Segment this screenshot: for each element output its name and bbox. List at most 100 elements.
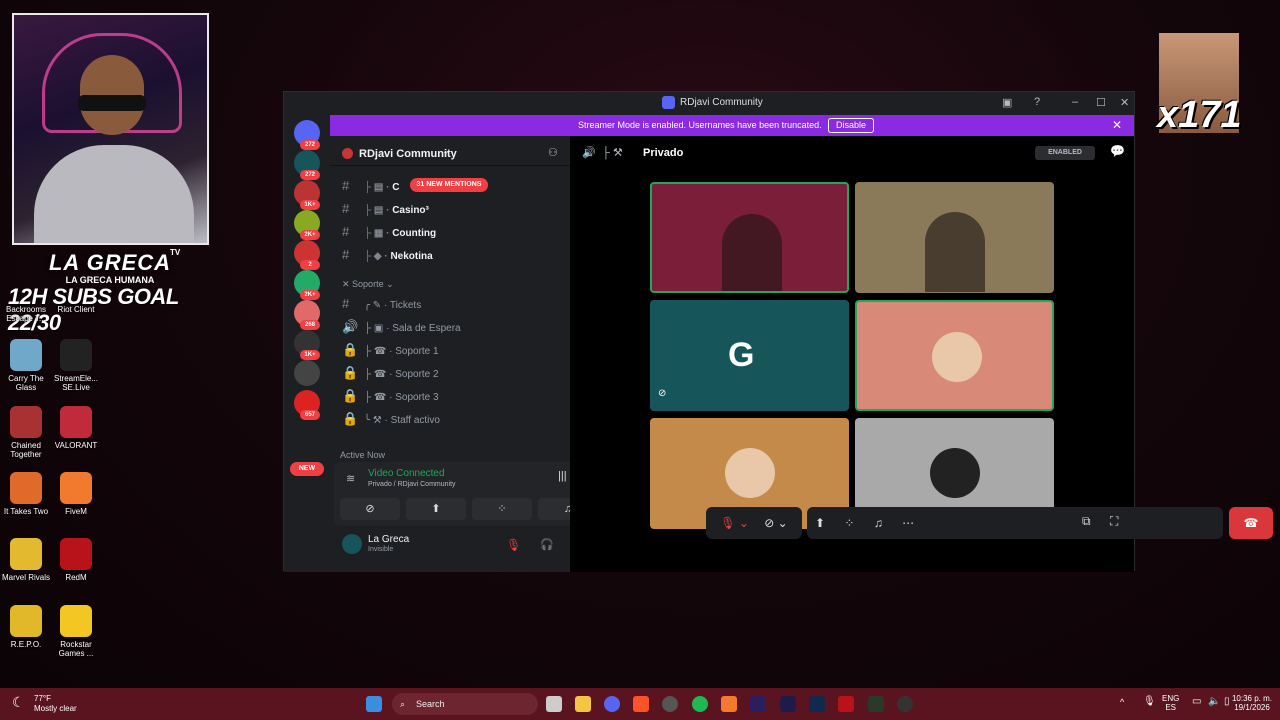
video-tile[interactable]: G ⊘: [650, 300, 849, 411]
channel-item-nekotina[interactable]: # ├ ◆ · Nekotina: [342, 247, 433, 262]
category-soporte[interactable]: ✕ Soporte ⌄: [342, 279, 394, 290]
hash-icon: #: [342, 224, 350, 239]
desktop-icon[interactable]: Marvel Rivals: [0, 538, 52, 582]
video-tile[interactable]: [855, 182, 1054, 293]
video-tile[interactable]: [650, 182, 849, 293]
share-screen-icon[interactable]: ⬆: [815, 516, 825, 530]
webcam-feed: [12, 13, 209, 245]
server-icon[interactable]: [294, 360, 320, 386]
file-explorer-icon[interactable]: [575, 696, 591, 712]
soundboard-icon[interactable]: ♫: [874, 516, 883, 530]
channel-item-c[interactable]: # ├ ▤ · C: [342, 178, 399, 193]
channel-item-soporte-3[interactable]: 🔒 ├ ☎ · Soporte 3: [342, 388, 439, 404]
channel-item-counting[interactable]: # ├ ▦ · Counting: [342, 224, 436, 239]
overlay-brand-tag: TV: [170, 248, 181, 257]
share-screen-button[interactable]: ⬆: [406, 498, 466, 520]
mention-badge: 2K+: [300, 290, 320, 300]
signal-icon[interactable]: ≋: [346, 472, 355, 485]
username[interactable]: La Greca: [368, 534, 409, 545]
banner-close-icon[interactable]: ✕: [1112, 118, 1122, 132]
camera-off-icon[interactable]: ⊘ ⌄: [764, 516, 787, 530]
tray-chevron-icon[interactable]: ^: [1120, 697, 1124, 707]
leave-call-button[interactable]: ☎: [1229, 507, 1273, 539]
chained-together-icon: [10, 406, 42, 438]
spotify-icon[interactable]: [692, 696, 708, 712]
weather-temp[interactable]: 77°F: [34, 694, 51, 703]
network-icon[interactable]: ▭: [1192, 696, 1201, 707]
discord-window: RDjavi Community ▣ ? – ☐ ✕ Streamer Mode…: [283, 91, 1273, 572]
steam-icon[interactable]: [897, 696, 913, 712]
new-servers-pill[interactable]: NEW: [290, 462, 324, 476]
channel-item-staff-activo[interactable]: 🔒 ╰ ⚒ · Staff activo: [342, 411, 440, 427]
desktop-icon[interactable]: StreamEle... SE.Live: [50, 339, 102, 392]
start-icon[interactable]: [366, 696, 382, 712]
chat-icon[interactable]: 💬: [1110, 144, 1125, 158]
brave-icon[interactable]: [633, 696, 649, 712]
voice-location[interactable]: Privado / RDjavi Community: [368, 481, 456, 488]
channel-item-soporte-2[interactable]: 🔒 ├ ☎ · Soporte 2: [342, 365, 439, 381]
collapse-icon: ✕: [342, 279, 353, 289]
redm-taskbar-icon[interactable]: [838, 696, 854, 712]
premiere-icon[interactable]: [750, 696, 766, 712]
add-member-icon[interactable]: ⚇: [548, 146, 558, 159]
mic-muted-icon[interactable]: 🎙: [506, 538, 521, 552]
search-bar[interactable]: ⌕ Search: [392, 693, 538, 715]
task-view-icon[interactable]: [546, 696, 562, 712]
activities-button[interactable]: ⁘: [472, 498, 532, 520]
avatar[interactable]: [342, 534, 362, 554]
popout-icon[interactable]: ⧉: [1082, 514, 1091, 529]
desktop-icon[interactable]: RedM: [50, 538, 102, 582]
maximize-button[interactable]: ☐: [1096, 96, 1106, 109]
channel-sidebar: RDjavi Community ⌄ ⚇ # ├ ▤ · C 31 NEW MEN…: [330, 136, 608, 572]
search-icon: ⌕: [400, 699, 406, 709]
headphones-icon[interactable]: 🎧: [540, 538, 554, 551]
terminal-icon[interactable]: [868, 696, 884, 712]
fivem-taskbar-icon[interactable]: [721, 696, 737, 712]
video-tile[interactable]: [855, 300, 1054, 411]
desktop-icon[interactable]: Carry The Glass: [0, 339, 52, 392]
streamer-mode-badge: ENABLED: [1035, 146, 1095, 160]
fullscreen-icon[interactable]: ⛶: [1110, 514, 1118, 529]
volume-icon[interactable]: 🔈: [1208, 696, 1220, 707]
banner-text: Streamer Mode is enabled. Usernames have…: [578, 120, 822, 130]
voice-status[interactable]: Video Connected: [368, 468, 445, 479]
disable-button[interactable]: Disable: [828, 118, 874, 133]
desktop-icon[interactable]: VALORANT: [50, 406, 102, 450]
microphone-tray-icon[interactable]: 🎙: [1143, 696, 1156, 707]
desktop-icon[interactable]: Riot Client: [50, 305, 102, 314]
weather-desc[interactable]: Mostly clear: [34, 704, 77, 713]
desktop-icon-label: Backrooms Escape T...: [5, 305, 46, 323]
server-header[interactable]: RDjavi Community ⌄ ⚇: [330, 136, 570, 166]
inbox-icon[interactable]: ▣: [1002, 96, 1012, 109]
camera-toggle-button[interactable]: ⊘: [340, 498, 400, 520]
language-indicator[interactable]: ENG ES: [1162, 694, 1179, 712]
desktop-icon[interactable]: R.E.P.O.: [0, 605, 52, 649]
speaker-icon: 🔊: [342, 319, 359, 334]
obs-icon[interactable]: [662, 696, 678, 712]
channel-item-sala-de-espera[interactable]: 🔊 ├ ▣ · Sala de Espera: [342, 319, 461, 335]
clock[interactable]: 10:36 p. m. 19/1/2026: [1228, 694, 1276, 712]
minimize-button[interactable]: –: [1072, 96, 1078, 108]
desktop-icon[interactable]: Rockstar Games ...: [50, 605, 102, 658]
desktop-icon[interactable]: It Takes Two: [0, 472, 52, 516]
noise-suppression-icon[interactable]: |||: [558, 470, 567, 482]
call-controls: ⬆ ⁘ ♫ ⋯: [807, 507, 1223, 539]
desktop-icon[interactable]: Chained Together: [0, 406, 52, 459]
hash-icon: #: [342, 201, 350, 216]
close-button[interactable]: ✕: [1120, 96, 1129, 109]
activities-icon[interactable]: ⁘: [844, 516, 854, 530]
channel-item-soporte-1[interactable]: 🔒 ├ ☎ · Soporte 1: [342, 342, 439, 358]
desktop-icon-label: Chained Together: [10, 441, 42, 459]
help-icon[interactable]: ?: [1034, 96, 1040, 108]
photoshop-icon[interactable]: [809, 696, 825, 712]
more-icon[interactable]: ⋯: [902, 516, 914, 530]
channel-item-casino[interactable]: # ├ ▤ · Casino³: [342, 201, 429, 216]
desktop-icon[interactable]: FiveM: [50, 472, 102, 516]
channel-item-tickets[interactable]: # ╭ ✎ · Tickets: [342, 296, 421, 311]
after-effects-icon[interactable]: [780, 696, 796, 712]
desktop-icon[interactable]: Backrooms Escape T...: [0, 305, 52, 323]
lock-icon: 🔒: [342, 365, 359, 380]
discord-taskbar-icon[interactable]: [604, 696, 620, 712]
mic-muted-icon[interactable]: 🎙 ⌄: [720, 516, 749, 530]
new-mentions-pill[interactable]: 31 NEW MENTIONS: [410, 178, 488, 192]
